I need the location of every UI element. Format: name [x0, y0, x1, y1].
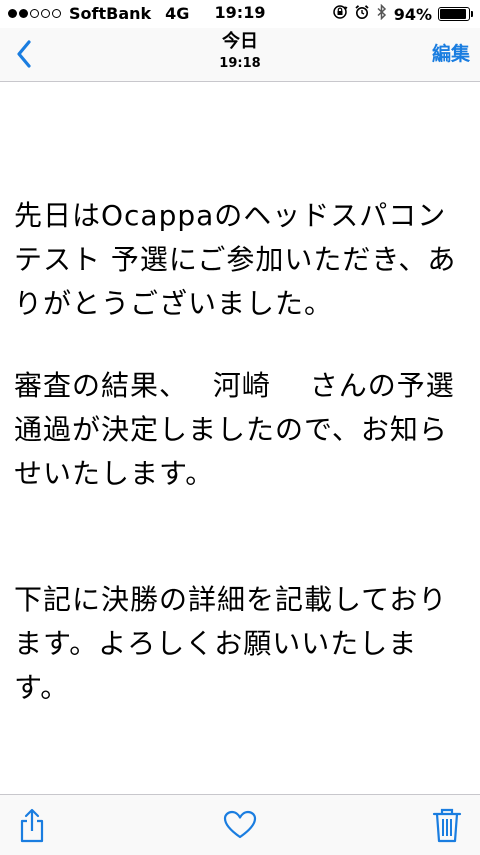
battery-icon — [438, 7, 473, 21]
favorite-button[interactable] — [220, 805, 260, 845]
bottom-toolbar — [0, 794, 480, 855]
edit-button[interactable]: 編集 — [432, 39, 470, 66]
battery-level-fill — [440, 9, 467, 19]
alarm-clock-icon — [354, 4, 370, 24]
trash-icon — [432, 808, 462, 843]
message-paragraph: 下記に決勝の詳細を記載しております。よろしくお願いいたします。 — [14, 583, 448, 704]
bluetooth-icon — [376, 3, 388, 24]
delete-button[interactable] — [427, 805, 467, 845]
status-right: 94% — [332, 3, 473, 24]
status-bar: SoftBank 4G 19:19 94% — [0, 0, 480, 28]
battery-percent: 94% — [393, 4, 432, 24]
message-paragraph: 審査の結果、 河崎 さんの予選通過が決定しましたので、お知らせいたします。 — [14, 369, 455, 490]
message-body: 先日はOcappaのヘッドスパコンテスト 予選にご参加いただき、ありがとうござい… — [14, 82, 470, 794]
share-icon — [20, 808, 44, 843]
page-title: 今日 — [222, 31, 258, 52]
page-subtitle-time: 19:18 — [219, 56, 261, 71]
share-button[interactable] — [12, 805, 52, 845]
rotation-lock-icon — [332, 4, 348, 24]
heart-icon — [223, 810, 257, 839]
message-paragraph: 先日はOcappaのヘッドスパコンテスト 予選にご参加いただき、ありがとうござい… — [14, 199, 457, 320]
navigation-bar: 今日 19:18 編集 — [0, 28, 480, 82]
